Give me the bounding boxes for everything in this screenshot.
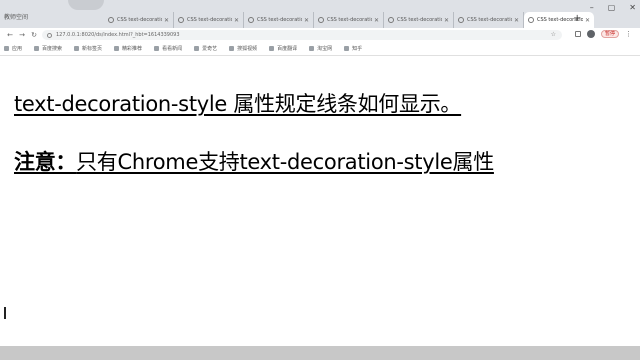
globe-icon bbox=[108, 17, 114, 23]
close-icon[interactable]: ✕ bbox=[304, 17, 309, 24]
bookmark-item[interactable]: 精彩推荐 bbox=[114, 45, 142, 52]
bookmark-item[interactable]: 百度翻译 bbox=[269, 45, 297, 52]
bookmark-label: 精彩推荐 bbox=[122, 46, 143, 52]
bookmark-icon bbox=[34, 46, 40, 51]
tab-7-active[interactable]: CSS text-decoratio ✕ bbox=[524, 12, 594, 28]
bookmark-icon bbox=[154, 46, 160, 51]
bookmark-label: 看看新闻 bbox=[162, 46, 183, 52]
maximize-icon[interactable]: ▢ bbox=[608, 3, 616, 12]
window-controls: – ▢ ✕ bbox=[590, 3, 636, 12]
bookmark-label: 百度搜索 bbox=[42, 46, 63, 52]
globe-icon bbox=[458, 17, 464, 23]
tab-strip: 教师空间 CSS text-decoratio ✕ CSS text-decor… bbox=[0, 0, 640, 28]
bookmark-label: 搜狐视频 bbox=[237, 46, 258, 52]
tab-title: CSS text-decoratio bbox=[257, 17, 302, 23]
tab-1[interactable]: CSS text-decoratio ✕ bbox=[104, 12, 174, 28]
close-icon[interactable]: ✕ bbox=[374, 17, 379, 24]
bookmark-label: 知乎 bbox=[352, 46, 363, 52]
bookmarks-bar: 应用 百度搜索 新标签页 精彩推荐 看看新闻 爱奇艺 搜狐视频 百度翻译 淘宝网… bbox=[0, 42, 640, 56]
toolbar-right: 暂停 ⋮ bbox=[574, 30, 632, 38]
globe-icon bbox=[178, 17, 184, 23]
info-icon[interactable] bbox=[47, 32, 52, 38]
note-label: 注意： bbox=[14, 150, 77, 174]
close-icon[interactable]: ✕ bbox=[164, 17, 169, 24]
back-icon[interactable]: ← bbox=[4, 31, 16, 39]
bookmark-icon bbox=[309, 46, 315, 51]
bookmark-icon bbox=[344, 46, 350, 51]
bookmark-label: 百度翻译 bbox=[277, 46, 298, 52]
note-body: 只有Chrome支持text-decoration-style属性 bbox=[76, 150, 494, 174]
address-bar[interactable]: 127.0.0.1:8020/ds/index.html?_hbt=161433… bbox=[42, 30, 562, 40]
apps-icon bbox=[4, 46, 9, 51]
tab-title: CSS text-decoratio bbox=[187, 17, 232, 23]
tab-6[interactable]: CSS text-decoratio ✕ bbox=[454, 12, 524, 28]
bookmark-label: 爱奇艺 bbox=[202, 46, 218, 52]
bookmark-item[interactable]: 知乎 bbox=[344, 45, 362, 52]
more-menu-icon[interactable]: ⋮ bbox=[625, 30, 632, 38]
tab-list: CSS text-decoratio ✕ CSS text-decoratio … bbox=[104, 12, 594, 28]
pause-button[interactable]: 暂停 bbox=[600, 30, 619, 38]
tab-title: CSS text-decoratio bbox=[467, 17, 512, 23]
close-icon[interactable]: ✕ bbox=[234, 17, 239, 24]
page-content: text-decoration-style 属性规定线条如何显示。 注意：只有C… bbox=[0, 57, 640, 343]
description-text: text-decoration-style 属性规定线条如何显示。 bbox=[14, 92, 462, 116]
tab-3[interactable]: CSS text-decoratio ✕ bbox=[244, 12, 314, 28]
globe-icon bbox=[248, 17, 254, 23]
bookmark-item[interactable]: 应用 bbox=[4, 45, 22, 52]
close-icon[interactable]: ✕ bbox=[514, 17, 519, 24]
star-icon[interactable]: ☆ bbox=[551, 31, 556, 38]
bookmark-label: 新标签页 bbox=[82, 46, 103, 52]
bookmark-label: 淘宝网 bbox=[317, 46, 333, 52]
bookmark-item[interactable]: 爱奇艺 bbox=[194, 45, 217, 52]
bookmark-item[interactable]: 淘宝网 bbox=[309, 45, 332, 52]
bookmark-item[interactable]: 搜狐视频 bbox=[229, 45, 257, 52]
browser-toolbar: ← → ↻ 127.0.0.1:8020/ds/index.html?_hbt=… bbox=[0, 28, 640, 42]
bookmark-icon bbox=[114, 46, 120, 51]
bookmark-icon bbox=[74, 46, 80, 51]
forward-icon[interactable]: → bbox=[16, 31, 28, 39]
globe-icon bbox=[388, 17, 394, 23]
text-cursor bbox=[4, 307, 6, 319]
globe-icon bbox=[318, 17, 324, 23]
tab-2[interactable]: CSS text-decoratio ✕ bbox=[174, 12, 244, 28]
close-icon[interactable]: ✕ bbox=[585, 17, 590, 24]
bookmark-item[interactable]: 百度搜索 bbox=[34, 45, 62, 52]
app-label: 教师空间 bbox=[4, 14, 29, 21]
tab-title: CSS text-decoratio bbox=[327, 17, 372, 23]
bottom-bar bbox=[0, 346, 640, 360]
note-text: 注意：只有Chrome支持text-decoration-style属性 bbox=[14, 146, 494, 176]
tab-title: CSS text-decoratio bbox=[117, 17, 162, 23]
tab-4[interactable]: CSS text-decoratio ✕ bbox=[314, 12, 384, 28]
new-tab-button[interactable]: + bbox=[573, 13, 581, 24]
reload-icon[interactable]: ↻ bbox=[28, 31, 40, 39]
minimize-icon[interactable]: – bbox=[590, 3, 594, 12]
globe-icon bbox=[528, 17, 534, 23]
bookmark-icon bbox=[194, 46, 200, 51]
avatar[interactable] bbox=[586, 30, 595, 38]
bookmark-icon bbox=[269, 46, 275, 51]
close-window-icon[interactable]: ✕ bbox=[629, 3, 636, 12]
extensions-icon[interactable] bbox=[574, 31, 581, 37]
bookmark-icon bbox=[229, 46, 235, 51]
window-handle bbox=[68, 0, 104, 10]
bookmark-item[interactable]: 新标签页 bbox=[74, 45, 102, 52]
tab-5[interactable]: CSS text-decoratio ✕ bbox=[384, 12, 454, 28]
tab-title: CSS text-decoratio bbox=[397, 17, 442, 23]
url-text[interactable]: 127.0.0.1:8020/ds/index.html?_hbt=161433… bbox=[56, 32, 180, 38]
bookmark-label: 应用 bbox=[12, 46, 23, 52]
close-icon[interactable]: ✕ bbox=[444, 17, 449, 24]
bookmark-item[interactable]: 看看新闻 bbox=[154, 45, 182, 52]
